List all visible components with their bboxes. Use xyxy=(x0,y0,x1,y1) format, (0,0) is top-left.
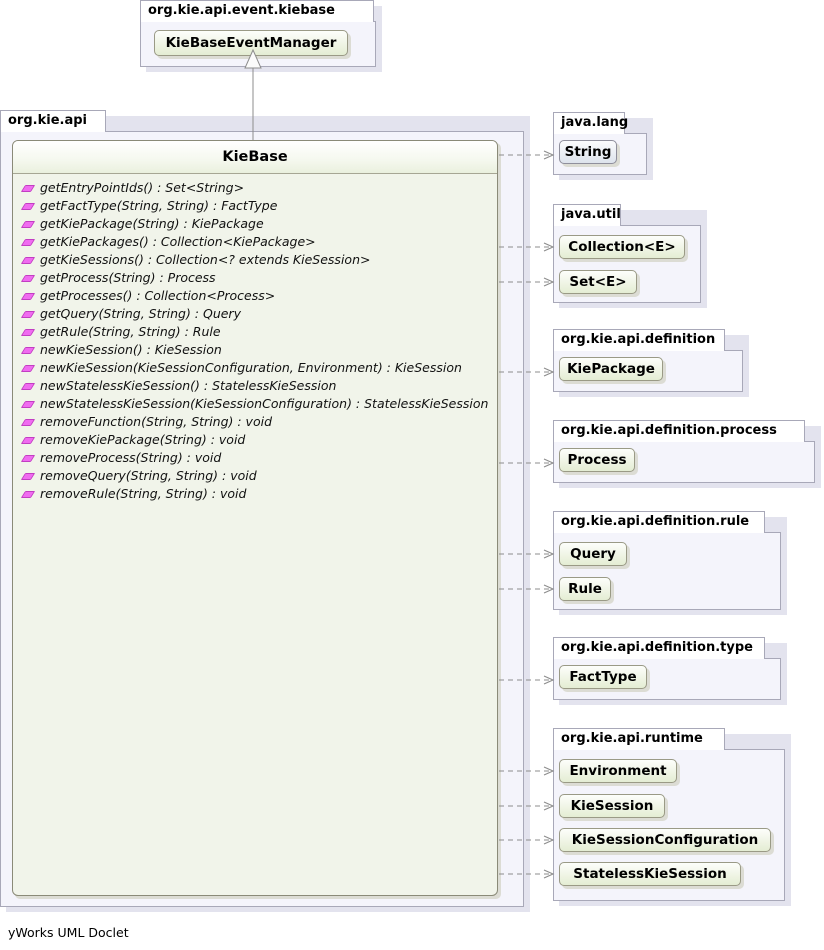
node-statelesskiesession[interactable]: StatelessKieSession xyxy=(559,862,741,886)
node-label: KiePackage xyxy=(560,358,662,380)
node-facttype[interactable]: FactType xyxy=(559,665,647,689)
public-method-icon xyxy=(22,452,35,465)
public-method-icon xyxy=(22,218,35,231)
package-label: org.kie.api.definition xyxy=(553,329,725,351)
member-signature: removeRule(String, String) : void xyxy=(40,485,246,503)
member-row[interactable]: removeQuery(String, String) : void xyxy=(13,467,497,485)
member-signature: newKieSession(KieSessionConfiguration, E… xyxy=(40,359,462,377)
public-method-icon xyxy=(22,326,35,339)
uml-class-diagram: org.kie.api.event.kiebase KieBaseEventMa… xyxy=(0,0,824,950)
package-label: org.kie.api.definition.process xyxy=(553,420,805,442)
member-row[interactable]: newKieSession(KieSessionConfiguration, E… xyxy=(13,359,497,377)
member-row[interactable]: newKieSession() : KieSession xyxy=(13,341,497,359)
package-label: java.util xyxy=(553,204,621,226)
public-method-icon xyxy=(22,290,35,303)
member-row[interactable]: removeKiePackage(String) : void xyxy=(13,431,497,449)
member-signature: removeProcess(String) : void xyxy=(40,449,221,467)
member-row[interactable]: getKiePackage(String) : KiePackage xyxy=(13,215,497,233)
member-signature: newStatelessKieSession() : StatelessKieS… xyxy=(40,377,336,395)
member-signature: getFactType(String, String) : FactType xyxy=(40,197,277,215)
node-label: Collection<E> xyxy=(560,236,684,258)
public-method-icon xyxy=(22,416,35,429)
package-label: org.kie.api.definition.rule xyxy=(553,511,765,533)
package-label: org.kie.api.definition.type xyxy=(553,637,765,659)
node-title: KieBase xyxy=(13,141,497,174)
member-row[interactable]: getProcesses() : Collection<Process> xyxy=(13,287,497,305)
node-label: Rule xyxy=(560,578,610,600)
member-list: getEntryPointIds() : Set<String>getFactT… xyxy=(13,174,497,503)
member-signature: getKiePackages() : Collection<KiePackage… xyxy=(40,233,316,251)
public-method-icon xyxy=(22,470,35,483)
node-label: KieSessionConfiguration xyxy=(560,829,770,851)
member-signature: newStatelessKieSession(KieSessionConfigu… xyxy=(40,395,488,413)
package-label: org.kie.api.event.kiebase xyxy=(140,0,374,22)
public-method-icon xyxy=(22,308,35,321)
member-row[interactable]: getFactType(String, String) : FactType xyxy=(13,197,497,215)
member-signature: getProcess(String) : Process xyxy=(40,269,216,287)
member-row[interactable]: newStatelessKieSession() : StatelessKieS… xyxy=(13,377,497,395)
member-row[interactable]: removeProcess(String) : void xyxy=(13,449,497,467)
member-row[interactable]: getQuery(String, String) : Query xyxy=(13,305,497,323)
public-method-icon xyxy=(22,236,35,249)
node-label: KieBaseEventManager xyxy=(155,31,347,55)
node-label: StatelessKieSession xyxy=(560,863,740,885)
package-label: org.kie.api.runtime xyxy=(553,728,725,750)
node-query[interactable]: Query xyxy=(559,542,627,566)
node-label: KieSession xyxy=(560,795,664,817)
public-method-icon xyxy=(22,434,35,447)
member-row[interactable]: getKiePackages() : Collection<KiePackage… xyxy=(13,233,497,251)
public-method-icon xyxy=(22,254,35,267)
member-row[interactable]: removeFunction(String, String) : void xyxy=(13,413,497,431)
member-row[interactable]: getRule(String, String) : Rule xyxy=(13,323,497,341)
node-process[interactable]: Process xyxy=(559,448,635,472)
member-signature: getProcesses() : Collection<Process> xyxy=(40,287,275,305)
node-label: Set<E> xyxy=(560,271,636,293)
member-row[interactable]: newStatelessKieSession(KieSessionConfigu… xyxy=(13,395,497,413)
node-label: FactType xyxy=(560,666,646,688)
node-kiepackage[interactable]: KiePackage xyxy=(559,357,663,381)
public-method-icon xyxy=(22,362,35,375)
node-kiebase[interactable]: KieBase getEntryPointIds() : Set<String>… xyxy=(12,140,498,896)
member-signature: getKieSessions() : Collection<? extends … xyxy=(40,251,370,269)
member-signature: getKiePackage(String) : KiePackage xyxy=(40,215,264,233)
member-row[interactable]: getKieSessions() : Collection<? extends … xyxy=(13,251,497,269)
public-method-icon xyxy=(22,344,35,357)
package-label: java.lang xyxy=(553,112,625,134)
public-method-icon xyxy=(22,182,35,195)
member-signature: removeKiePackage(String) : void xyxy=(40,431,245,449)
member-signature: getEntryPointIds() : Set<String> xyxy=(40,179,244,197)
footer-credit: yWorks UML Doclet xyxy=(8,925,129,940)
member-signature: getQuery(String, String) : Query xyxy=(40,305,241,323)
node-set[interactable]: Set<E> xyxy=(559,270,637,294)
member-row[interactable]: getEntryPointIds() : Set<String> xyxy=(13,179,497,197)
public-method-icon xyxy=(22,200,35,213)
node-rule[interactable]: Rule xyxy=(559,577,611,601)
member-row[interactable]: getProcess(String) : Process xyxy=(13,269,497,287)
node-label: Query xyxy=(560,543,626,565)
public-method-icon xyxy=(22,488,35,501)
member-signature: newKieSession() : KieSession xyxy=(40,341,222,359)
member-row[interactable]: removeRule(String, String) : void xyxy=(13,485,497,503)
node-kiesession[interactable]: KieSession xyxy=(559,794,665,818)
node-collection[interactable]: Collection<E> xyxy=(559,235,685,259)
member-signature: getRule(String, String) : Rule xyxy=(40,323,221,341)
member-signature: removeFunction(String, String) : void xyxy=(40,413,272,431)
node-string[interactable]: String xyxy=(559,140,617,164)
node-kiebaseeventmanager[interactable]: KieBaseEventManager xyxy=(154,30,348,56)
node-kiesessionconfiguration[interactable]: KieSessionConfiguration xyxy=(559,828,771,852)
node-label: Environment xyxy=(560,760,676,782)
node-environment[interactable]: Environment xyxy=(559,759,677,783)
package-label: org.kie.api xyxy=(0,110,106,132)
node-label: String xyxy=(560,141,616,163)
member-signature: removeQuery(String, String) : void xyxy=(40,467,257,485)
node-label: Process xyxy=(560,449,634,471)
public-method-icon xyxy=(22,380,35,393)
public-method-icon xyxy=(22,398,35,411)
public-method-icon xyxy=(22,272,35,285)
